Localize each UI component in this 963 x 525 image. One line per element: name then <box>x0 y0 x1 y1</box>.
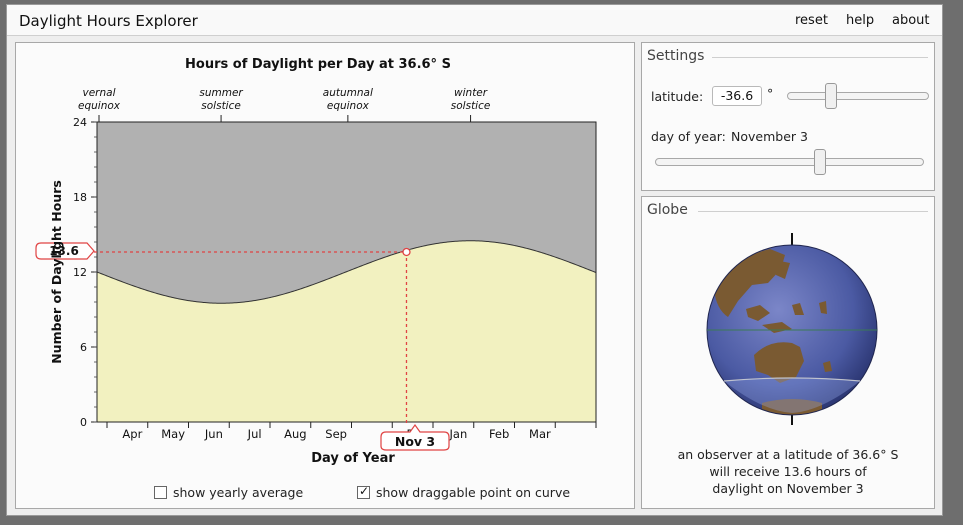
day-callout-text: Nov 3 <box>395 434 435 449</box>
reset-link[interactable]: reset <box>795 13 828 28</box>
month-label: Mar <box>529 427 551 441</box>
chart-title: Hours of Daylight per Day at 36.6° S <box>185 57 451 72</box>
draggable-point-label: show draggable point on curve <box>376 485 571 500</box>
yearly-average-label: show yearly average <box>173 485 304 500</box>
app-title: Daylight Hours Explorer <box>19 12 198 30</box>
globe-caption-line: daylight on November 3 <box>712 481 864 496</box>
y-tick-label: 6 <box>80 341 87 354</box>
draggable-point-checkbox-row[interactable]: ✓ show draggable point on curve <box>357 484 571 500</box>
draggable-point[interactable] <box>402 247 411 257</box>
latitude-label: latitude: <box>651 89 704 104</box>
month-label: Sep <box>325 427 347 441</box>
event-annotation-line1: winter <box>454 87 488 99</box>
day-of-year-slider[interactable] <box>655 149 924 175</box>
value-callout: 13.6 <box>35 242 95 260</box>
event-annotation-line1: summer <box>199 87 243 99</box>
day-callout: Nov 3 <box>380 423 450 451</box>
about-link[interactable]: about <box>892 13 930 28</box>
event-annotation-line1: vernal <box>83 87 116 99</box>
globe-caption: an observer at a latitude of 36.6° S wil… <box>642 446 934 497</box>
yearly-average-checkbox-row[interactable]: show yearly average <box>154 485 303 500</box>
settings-panel: Settings latitude: -36.6 ° day of year: … <box>641 42 935 191</box>
help-link[interactable]: help <box>846 13 874 28</box>
y-tick-label: 12 <box>73 266 87 279</box>
y-axis-label: Number of Daylight Hours <box>49 180 64 364</box>
title-bar: Daylight Hours Explorer reset help about <box>7 5 942 36</box>
settings-title: Settings <box>647 48 711 64</box>
checkmark-icon: ✓ <box>359 484 370 498</box>
globe-caption-line: an observer at a latitude of 36.6° S <box>677 447 899 462</box>
day-of-year-value: November 3 <box>731 129 808 144</box>
event-annotation-line1: autumnal <box>323 87 373 99</box>
month-label: Apr <box>122 427 142 441</box>
globe-view <box>706 233 878 425</box>
x-axis-label: Day of Year <box>311 451 395 466</box>
globe-panel: Globe an observer at a latitude of 36.6°… <box>641 196 935 509</box>
event-annotation-line2: solstice <box>201 100 241 112</box>
latitude-slider-thumb[interactable] <box>825 83 837 109</box>
globe-caption-line: will receive 13.6 hours of <box>709 464 867 479</box>
yearly-average-checkbox[interactable] <box>154 486 167 499</box>
month-label: Jun <box>204 427 223 441</box>
latitude-input[interactable]: -36.6 <box>712 86 762 106</box>
event-annotation-line2: equinox <box>327 100 370 112</box>
day-of-year-label: day of year: <box>651 129 726 144</box>
chart-panel: Hours of Daylight per Day at 36.6° S ver… <box>15 42 635 509</box>
app-window: Daylight Hours Explorer reset help about… <box>6 4 943 516</box>
degree-symbol: ° <box>767 86 774 101</box>
month-label: Feb <box>489 427 509 441</box>
y-tick-label: 18 <box>73 191 87 204</box>
month-label: Aug <box>284 427 306 441</box>
latitude-slider[interactable] <box>787 83 929 109</box>
month-label: Jul <box>247 427 262 441</box>
month-label: May <box>161 427 185 441</box>
y-tick-label: 24 <box>73 116 87 129</box>
event-annotation-line2: solstice <box>451 100 491 112</box>
event-annotation-line2: equinox <box>78 100 121 112</box>
panel-divider <box>712 57 928 58</box>
month-label: Jan <box>449 427 468 441</box>
daylight-chart: Hours of Daylight per Day at 36.6° S ver… <box>35 57 597 466</box>
draggable-point-checkbox[interactable]: ✓ <box>357 484 370 499</box>
y-tick-label: 0 <box>80 416 87 429</box>
day-of-year-slider-thumb[interactable] <box>813 149 826 175</box>
